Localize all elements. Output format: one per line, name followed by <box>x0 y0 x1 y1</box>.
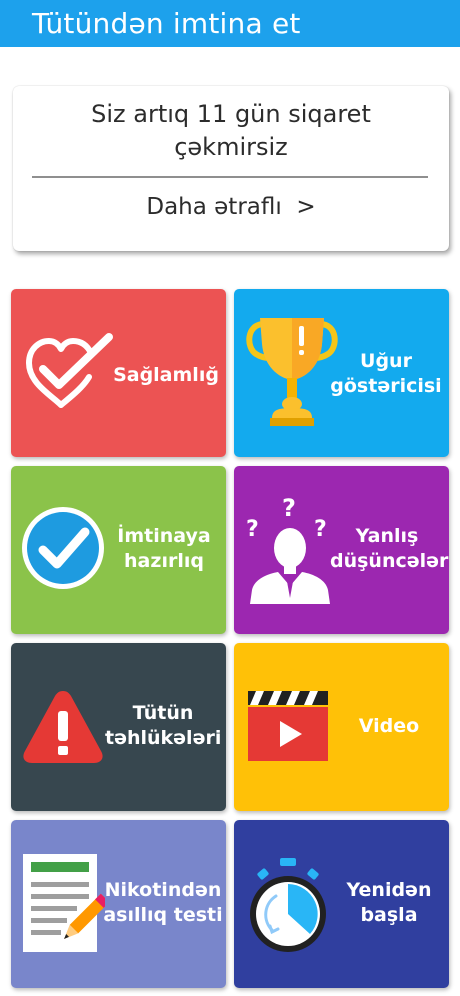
stopwatch-icon <box>250 858 326 952</box>
trophy-icon <box>246 318 338 426</box>
days-smoke-free-text: Siz artıq 11 gün siqaret çəkmirsiz <box>91 100 371 161</box>
tile-preparation[interactable]: İmtinaya hazırlıq <box>11 466 226 634</box>
tile-restart[interactable]: Yenidən başla <box>234 820 449 988</box>
tile-label: Video <box>358 715 420 737</box>
heart-check-icon <box>26 333 113 408</box>
warning-icon <box>23 691 103 763</box>
tile-video[interactable]: Video <box>234 643 449 811</box>
tile-label: Uğur göstəricisi <box>330 350 442 397</box>
tile-nicotine-test[interactable]: Nikotindən asıllıq testi <box>11 820 226 988</box>
tile-label: Nikotindən asıllıq testi <box>103 879 223 926</box>
status-card: Siz artıq 11 gün siqaret çəkmirsiz Daha … <box>13 86 449 251</box>
tile-label: Yanlış düşüncələr <box>330 525 449 572</box>
tile-misconceptions[interactable]: ? ? ? Yanlış düşüncələr <box>234 466 449 634</box>
app-bar: Tütündən imtina et <box>0 0 460 47</box>
svg-text:?: ? <box>246 517 259 542</box>
tile-label: Yenidən başla <box>346 879 432 926</box>
svg-text:?: ? <box>282 494 296 522</box>
tile-label: Tütün təhlükələri <box>105 702 222 749</box>
card-divider <box>32 176 428 178</box>
tile-success[interactable]: Uğur göstəricisi <box>234 289 449 457</box>
tile-health[interactable]: Sağlamlığ <box>11 289 226 457</box>
video-clapper-icon <box>248 691 328 761</box>
tile-label: Sağlamlığ <box>113 364 219 386</box>
app-title: Tütündən imtina et <box>32 7 301 40</box>
tile-dangers[interactable]: Tütün təhlükələri <box>11 643 226 811</box>
svg-text:?: ? <box>314 517 327 542</box>
more-info-link[interactable]: Daha ətraflı > <box>13 194 449 220</box>
confused-person-icon: ? ? ? <box>246 494 330 604</box>
test-document-icon <box>23 854 105 952</box>
check-circle-icon <box>22 507 104 589</box>
tile-label: İmtinaya hazırlıq <box>117 525 211 572</box>
